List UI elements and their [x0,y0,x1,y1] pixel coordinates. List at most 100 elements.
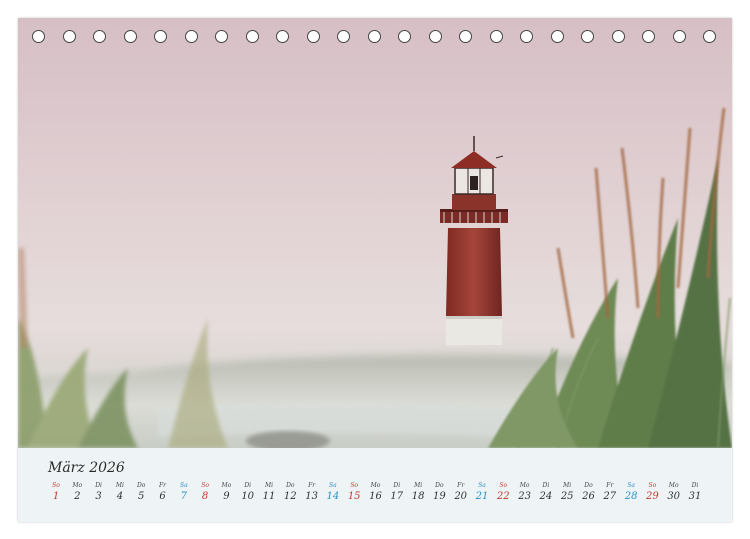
day-number: 16 [369,491,382,502]
weekday-label: Fr [308,482,316,489]
calendar-strip: März 2026 So 1 Mo 2 Di 3 Mi 4 Do 5 Fr 6 Sa 7 So 8 Mo 9 Di 1… [18,448,732,522]
weekday-label: Fr [606,482,614,489]
day-cell: Fr 27 [600,482,620,503]
binding-hole [581,30,594,43]
binding-hole [185,30,198,43]
day-cell: Fr 6 [153,482,173,503]
day-cell: Do 5 [131,482,151,503]
weekday-label: So [499,482,508,489]
binding-hole [246,30,259,43]
day-cell: Sa 21 [472,482,492,503]
binding-hole [93,30,106,43]
binding-hole [32,30,45,43]
day-cell: Di 17 [387,482,407,503]
binding-hole [307,30,320,43]
binding-hole [520,30,533,43]
day-cell: So 1 [46,482,66,503]
day-cell: Mo 30 [664,482,684,503]
binding-hole [490,30,503,43]
day-number: 23 [518,491,531,502]
day-cell: Sa 7 [174,482,194,503]
weekday-label: Mi [115,482,124,489]
binding-hole [429,30,442,43]
weekday-label: So [52,482,60,489]
day-number: 15 [347,491,361,502]
binding-holes [18,30,732,50]
day-number: 3 [95,491,102,502]
day-cell: Fr 20 [451,482,471,503]
binding-hole [673,30,686,43]
day-cell: Mo 9 [216,482,236,503]
day-number: 24 [539,491,553,502]
weekday-label: Mo [370,482,381,489]
day-number: 31 [688,491,702,502]
day-cell: Di 3 [89,482,109,503]
day-number: 28 [624,491,638,502]
day-cell: Mo 23 [515,482,535,503]
day-cell: Mo 16 [366,482,386,503]
binding-hole [703,30,716,43]
weekday-label: So [201,482,209,489]
weekday-label: Mi [264,482,274,489]
day-number: 12 [283,491,297,502]
day-number: 26 [582,491,595,502]
day-cell: Mi 11 [259,482,279,503]
day-cell: Sa 14 [323,482,343,503]
day-cell: So 29 [642,482,662,503]
weekday-label: Di [244,482,252,489]
weekday-label: Do [584,482,593,489]
binding-hole [337,30,350,43]
day-number: 1 [52,491,60,502]
day-number: 17 [390,491,404,502]
day-cell: So 22 [493,482,513,503]
binding-hole [612,30,625,43]
weekday-label: Di [542,482,550,489]
day-cell: Di 24 [536,482,556,503]
binding-hole [215,30,228,43]
day-number: 7 [180,491,187,502]
day-number: 25 [560,491,574,502]
day-number: 30 [667,491,681,502]
weekday-label: Sa [627,482,635,489]
day-cell: Mi 4 [110,482,130,503]
weekday-label: Do [136,482,146,489]
day-number: 5 [138,491,145,502]
day-number: 8 [201,491,209,502]
day-number: 11 [262,491,276,502]
weekday-label: Sa [179,482,188,489]
weekday-label: Di [691,482,699,489]
weekday-label: So [350,482,359,489]
weekday-label: Mi [414,482,423,489]
day-cell: Di 31 [685,482,705,503]
weekday-label: Do [286,482,295,489]
binding-hole [368,30,381,43]
day-cell: Sa 28 [621,482,641,503]
weekday-label: Mi [563,482,572,489]
day-cell: So 15 [344,482,364,503]
binding-hole [154,30,167,43]
day-cell: Mi 18 [408,482,428,503]
day-cell: So 8 [195,482,215,503]
weekday-label: Sa [329,482,337,489]
weekday-label: Mo [221,482,232,489]
day-number: 13 [305,491,318,502]
day-number: 18 [411,491,425,502]
day-cell: Mi 25 [557,482,577,503]
day-number: 29 [646,491,659,502]
day-number: 14 [326,491,340,502]
day-number: 9 [223,491,230,502]
weekday-label: Do [435,482,444,489]
day-number: 20 [454,491,468,502]
day-cell: Fr 13 [302,482,322,503]
weekday-label: Di [95,482,102,489]
day-cell: Di 10 [238,482,258,503]
binding-hole [459,30,472,43]
day-number: 27 [603,491,617,502]
binding-hole [276,30,289,43]
day-number: 2 [74,491,81,502]
weekday-label: Di [393,482,401,489]
weekday-label: So [648,482,657,489]
day-cell: Do 12 [280,482,300,503]
calendar-page: März 2026 So 1 Mo 2 Di 3 Mi 4 Do 5 Fr 6 Sa 7 So 8 Mo 9 Di 1… [18,18,732,522]
binding-hole [642,30,655,43]
